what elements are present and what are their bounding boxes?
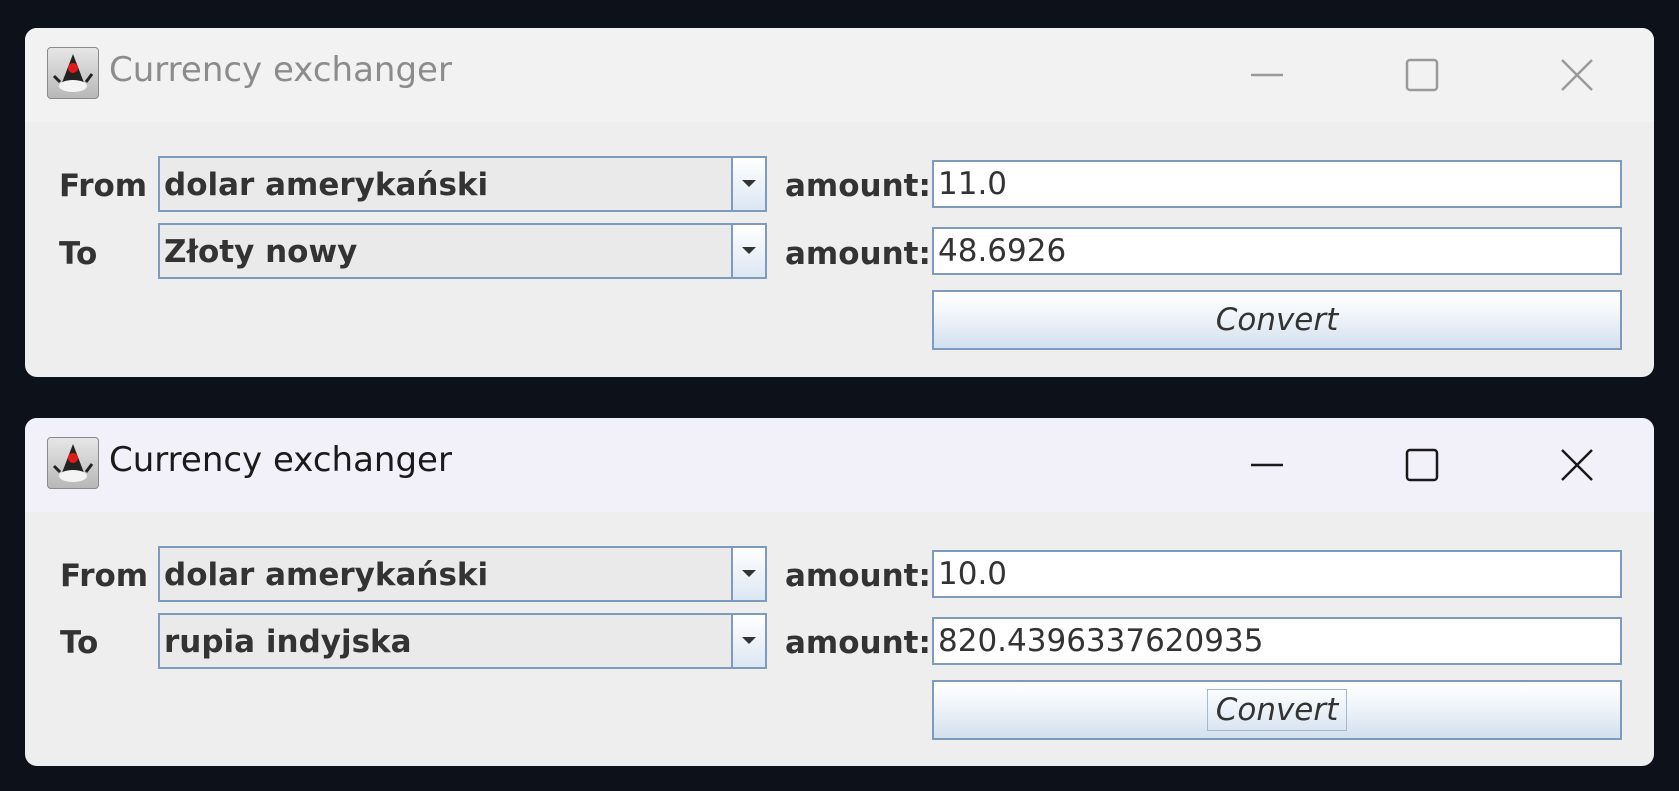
convert-button[interactable]: Convert <box>932 680 1622 740</box>
window-title: Currency exchanger <box>109 440 452 480</box>
title-bar[interactable]: Currency exchanger <box>25 418 1654 512</box>
to-label: To <box>60 625 99 661</box>
chevron-down-icon <box>742 637 756 644</box>
minimize-button[interactable] <box>1227 418 1307 512</box>
maximize-button[interactable] <box>1382 418 1462 512</box>
to-currency-select[interactable]: rupia indyjska <box>158 613 767 669</box>
currency-exchanger-window-1: Currency exchanger From dolar amerykańsk… <box>25 28 1654 377</box>
minimize-icon <box>1251 73 1283 77</box>
close-icon <box>1561 59 1593 91</box>
chevron-down-icon <box>742 570 756 577</box>
to-currency-value: Złoty nowy <box>164 234 358 270</box>
maximize-icon <box>1405 58 1439 92</box>
to-currency-value: rupia indyjska <box>164 624 412 660</box>
from-dropdown-button[interactable] <box>731 548 765 600</box>
to-amount-label: amount: <box>785 236 931 272</box>
minimize-icon <box>1251 463 1283 467</box>
window-title: Currency exchanger <box>109 50 452 90</box>
to-dropdown-button[interactable] <box>731 225 765 277</box>
chevron-down-icon <box>742 180 756 187</box>
to-dropdown-button[interactable] <box>731 615 765 667</box>
java-duke-icon <box>47 47 99 99</box>
to-amount-input[interactable] <box>932 227 1622 275</box>
currency-exchanger-window-2: Currency exchanger From dolar amerykańsk… <box>25 418 1654 766</box>
to-currency-select[interactable]: Złoty nowy <box>158 223 767 279</box>
from-currency-select[interactable]: dolar amerykański <box>158 156 767 212</box>
from-amount-input[interactable] <box>932 550 1622 598</box>
to-amount-input[interactable] <box>932 617 1622 665</box>
to-amount-label: amount: <box>785 625 931 661</box>
convert-button-label: Convert <box>1215 302 1339 338</box>
from-currency-value: dolar amerykański <box>164 167 489 203</box>
maximize-icon <box>1405 448 1439 482</box>
convert-button[interactable]: Convert <box>932 290 1622 350</box>
from-label: From <box>60 558 149 594</box>
from-currency-select[interactable]: dolar amerykański <box>158 546 767 602</box>
to-label: To <box>59 236 98 272</box>
from-amount-label: amount: <box>785 558 931 594</box>
from-amount-label: amount: <box>785 168 931 204</box>
close-icon <box>1561 449 1593 481</box>
close-button[interactable] <box>1537 418 1617 512</box>
from-dropdown-button[interactable] <box>731 158 765 210</box>
from-amount-input[interactable] <box>932 160 1622 208</box>
chevron-down-icon <box>742 247 756 254</box>
from-currency-value: dolar amerykański <box>164 557 489 593</box>
minimize-button[interactable] <box>1227 28 1307 122</box>
from-label: From <box>59 168 148 204</box>
close-button[interactable] <box>1537 28 1617 122</box>
java-duke-icon <box>47 437 99 489</box>
maximize-button[interactable] <box>1382 28 1462 122</box>
title-bar[interactable]: Currency exchanger <box>25 28 1654 122</box>
convert-button-label: Convert <box>1206 689 1348 731</box>
